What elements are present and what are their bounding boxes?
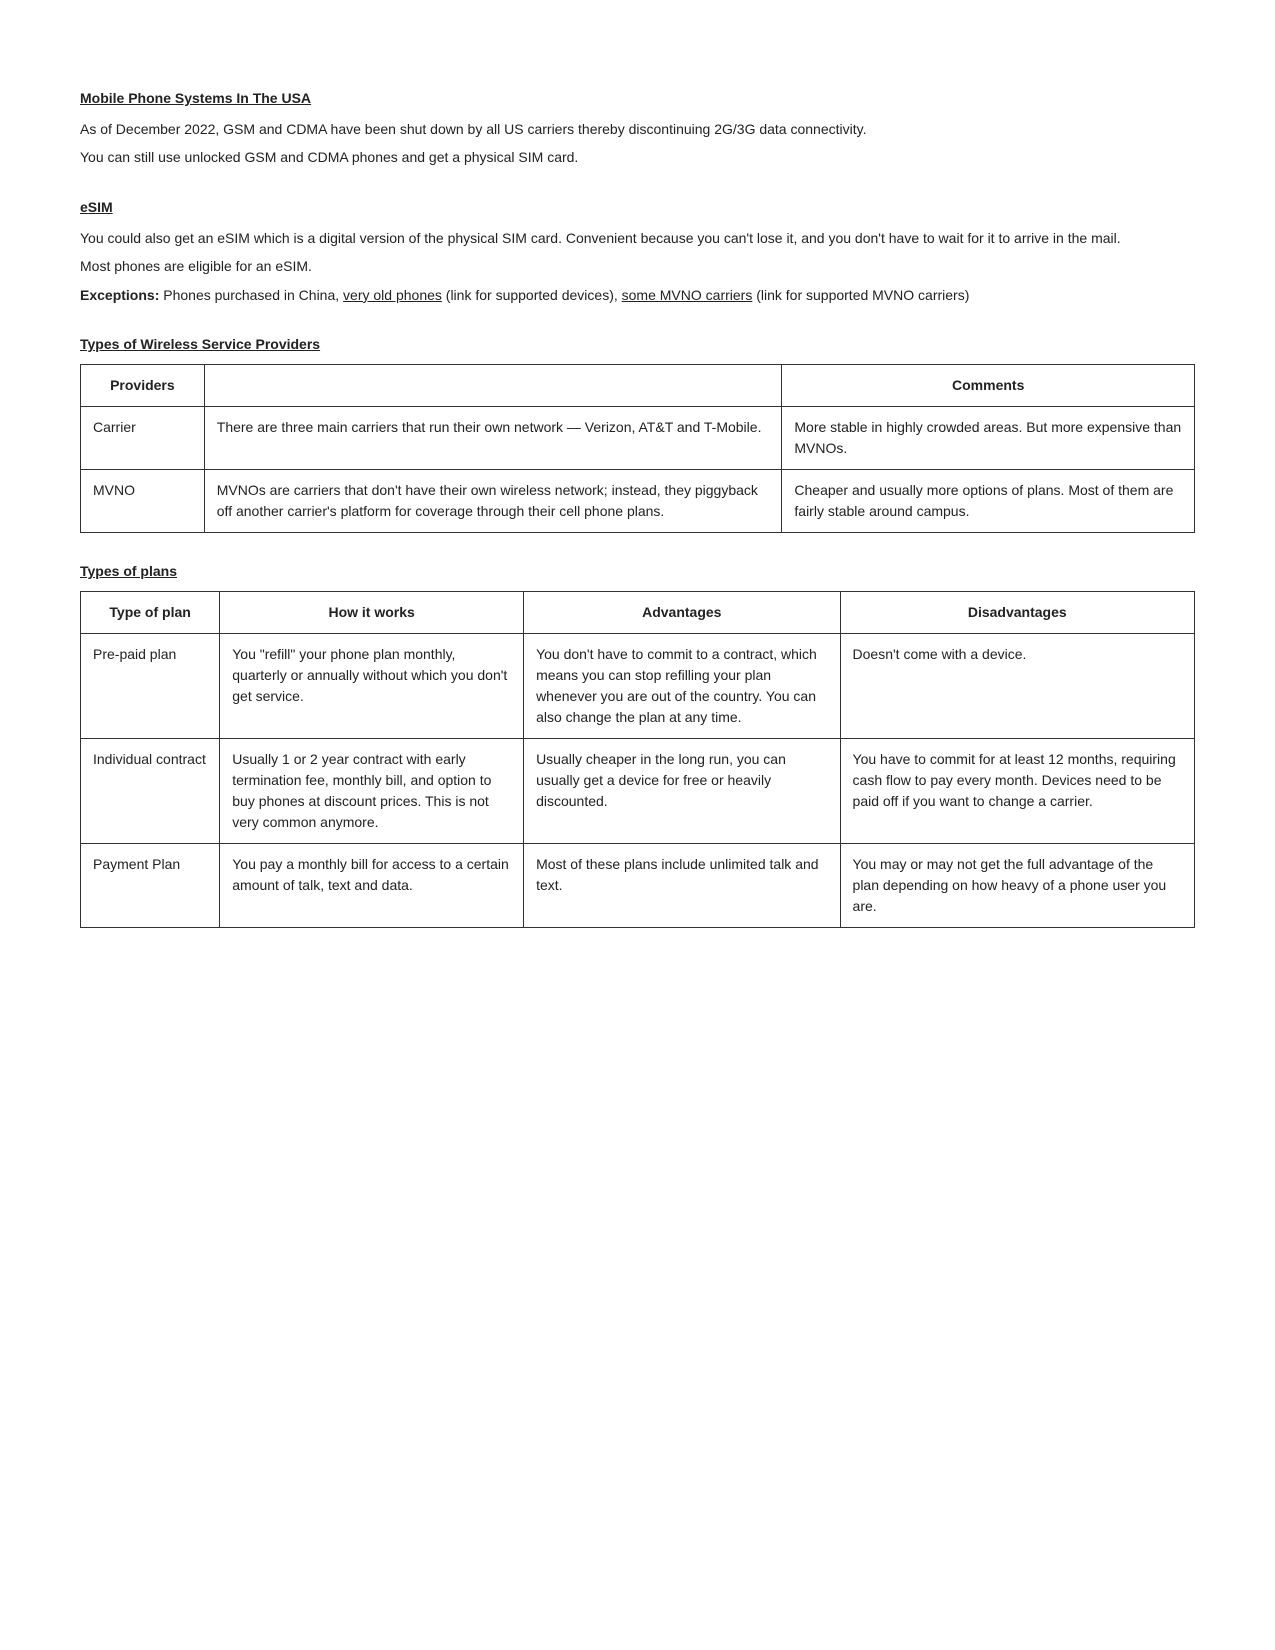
wireless-table-row: MVNO MVNOs are carriers that don't have … xyxy=(81,469,1195,532)
plans-table-row: Pre-paid plan You "refill" your phone pl… xyxy=(81,633,1195,738)
plan-disadvantages: You may or may not get the full advantag… xyxy=(840,843,1194,927)
wireless-description: There are three main carriers that run t… xyxy=(204,406,782,469)
plan-type: Payment Plan xyxy=(81,843,220,927)
wireless-header-comments: Comments xyxy=(782,364,1195,406)
mobile-section: Mobile Phone Systems In The USA As of De… xyxy=(80,90,1195,169)
esim-section: eSIM You could also get an eSIM which is… xyxy=(80,199,1195,306)
mobile-heading: Mobile Phone Systems In The USA xyxy=(80,90,1195,106)
wireless-header-desc xyxy=(204,364,782,406)
plans-header-advantages: Advantages xyxy=(524,591,840,633)
plans-table: Type of plan How it works Advantages Dis… xyxy=(80,591,1195,928)
wireless-comments: More stable in highly crowded areas. But… xyxy=(782,406,1195,469)
plan-disadvantages: You have to commit for at least 12 month… xyxy=(840,738,1194,843)
wireless-comments: Cheaper and usually more options of plan… xyxy=(782,469,1195,532)
plan-advantages: Most of these plans include unlimited ta… xyxy=(524,843,840,927)
wireless-table-row: Carrier There are three main carriers th… xyxy=(81,406,1195,469)
plans-header-disadvantages: Disadvantages xyxy=(840,591,1194,633)
plan-type: Individual contract xyxy=(81,738,220,843)
wireless-heading: Types of Wireless Service Providers xyxy=(80,336,1195,352)
esim-exceptions-label: Exceptions: xyxy=(80,287,159,303)
wireless-table-header-row: Providers Comments xyxy=(81,364,1195,406)
wireless-table: Providers Comments Carrier There are thr… xyxy=(80,364,1195,533)
plans-heading: Types of plans xyxy=(80,563,1195,579)
esim-text2: Most phones are eligible for an eSIM. xyxy=(80,255,1195,277)
plan-how: You "refill" your phone plan monthly, qu… xyxy=(220,633,524,738)
plans-table-row: Payment Plan You pay a monthly bill for … xyxy=(81,843,1195,927)
esim-text3: Phones purchased in China, xyxy=(159,287,343,303)
plan-type: Pre-paid plan xyxy=(81,633,220,738)
wireless-description: MVNOs are carriers that don't have their… xyxy=(204,469,782,532)
esim-link2[interactable]: some MVNO carriers xyxy=(622,287,753,303)
esim-text4: (link for supported devices), xyxy=(442,287,622,303)
mobile-text1: As of December 2022, GSM and CDMA have b… xyxy=(80,118,1195,140)
esim-exceptions: Exceptions: Phones purchased in China, v… xyxy=(80,284,1195,306)
plan-disadvantages: Doesn't come with a device. xyxy=(840,633,1194,738)
plans-header-type: Type of plan xyxy=(81,591,220,633)
esim-text5: (link for supported MVNO carriers) xyxy=(752,287,969,303)
wireless-header-providers: Providers xyxy=(81,364,205,406)
esim-link1[interactable]: very old phones xyxy=(343,287,442,303)
plan-advantages: Usually cheaper in the long run, you can… xyxy=(524,738,840,843)
plan-advantages: You don't have to commit to a contract, … xyxy=(524,633,840,738)
plans-section: Types of plans Type of plan How it works… xyxy=(80,563,1195,928)
mobile-text2: You can still use unlocked GSM and CDMA … xyxy=(80,146,1195,168)
plans-table-row: Individual contract Usually 1 or 2 year … xyxy=(81,738,1195,843)
esim-heading: eSIM xyxy=(80,199,1195,215)
esim-text1: You could also get an eSIM which is a di… xyxy=(80,227,1195,249)
wireless-section: Types of Wireless Service Providers Prov… xyxy=(80,336,1195,533)
plan-how: You pay a monthly bill for access to a c… xyxy=(220,843,524,927)
wireless-provider: Carrier xyxy=(81,406,205,469)
plan-how: Usually 1 or 2 year contract with early … xyxy=(220,738,524,843)
wireless-provider: MVNO xyxy=(81,469,205,532)
plans-header-how: How it works xyxy=(220,591,524,633)
plans-table-header-row: Type of plan How it works Advantages Dis… xyxy=(81,591,1195,633)
